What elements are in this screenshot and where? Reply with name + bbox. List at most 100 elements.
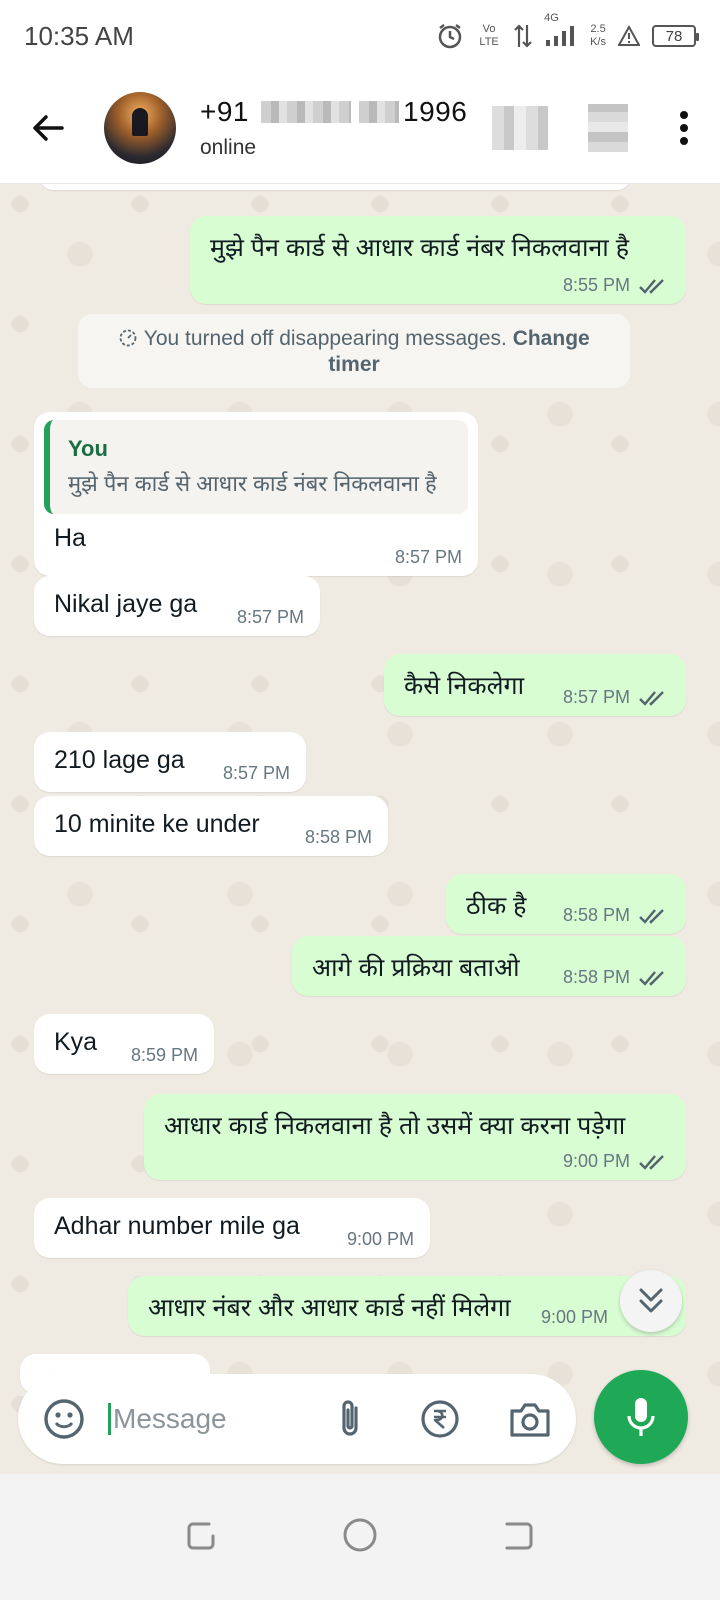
double-check-icon — [639, 690, 664, 706]
message-time: 8:59 PM — [130, 1045, 198, 1065]
double-check-icon — [639, 1154, 664, 1170]
recents-icon — [187, 1522, 215, 1549]
back-nav-button[interactable] — [503, 1518, 537, 1557]
avatar[interactable] — [104, 91, 176, 164]
warning-icon — [618, 25, 640, 47]
message-time: 8:57 PM — [236, 607, 304, 627]
contact-status: online — [200, 135, 257, 159]
system-message: You turned off disappearing messages. Ch… — [78, 314, 630, 388]
payment-button[interactable] — [418, 1397, 462, 1441]
phone-prefix: +91 — [200, 95, 249, 127]
message-text: आगे की प्रक्रिया बताओ — [312, 954, 520, 982]
message-bubble[interactable]: मुझे पैन कार्ड से आधार कार्ड नंबर निकलवा… — [190, 216, 686, 304]
message-bubble[interactable]: कैसे निकलेगा 8:57 PM — [384, 654, 686, 716]
speed-unit: K/s — [590, 36, 606, 48]
scroll-to-bottom-button[interactable] — [620, 1270, 682, 1332]
message-bubble[interactable]: 10 minite ke under 8:58 PM — [34, 796, 388, 856]
contact-info[interactable]: +91 1996 online — [200, 96, 467, 160]
back-nav-icon — [505, 1522, 533, 1549]
message-bubble[interactable]: आधार नंबर और आधार कार्ड नहीं मिलेगा 9:00… — [128, 1276, 686, 1336]
message-text: आधार कार्ड निकलवाना है तो उसमें क्या करन… — [164, 1112, 626, 1140]
message-bubble[interactable]: आगे की प्रक्रिया बताओ 8:58 PM — [292, 936, 686, 996]
contact-name: +91 1996 — [200, 96, 467, 128]
message-text: कैसे निकलेगा — [404, 672, 525, 700]
message-time: 9:00 PM — [346, 1229, 414, 1249]
video-call-icon[interactable] — [492, 105, 548, 150]
message-time: 8:57 PM — [562, 687, 630, 707]
message-meta: 8:57 PM — [563, 687, 670, 708]
message-bubble[interactable]: ठीक है 8:58 PM — [446, 874, 686, 934]
quote-author: You — [68, 436, 108, 461]
message-meta: 8:58 PM — [563, 967, 670, 988]
partial-message — [40, 184, 630, 190]
speed-value: 2.5 — [590, 23, 606, 35]
back-button[interactable] — [20, 100, 76, 156]
message-text: 210 lage ga — [54, 746, 185, 774]
message-meta: 9:00 PM — [563, 1151, 670, 1172]
attach-button[interactable] — [328, 1397, 372, 1441]
quoted-message[interactable]: You मुझे पैन कार्ड से आधार कार्ड नंबर नि… — [44, 420, 468, 514]
message-bubble[interactable]: You मुझे पैन कार्ड से आधार कार्ड नंबर नि… — [34, 412, 478, 576]
status-time: 10:35 AM — [24, 20, 134, 51]
sticker-icon — [44, 1399, 84, 1439]
message-bubble[interactable]: Adhar number mile ga 9:00 PM — [34, 1198, 430, 1258]
message-time: 8:57 PM — [394, 547, 462, 567]
message-time: 8:58 PM — [562, 967, 630, 987]
message-time: 8:55 PM — [562, 275, 630, 295]
more-options-button[interactable] — [668, 104, 700, 152]
voice-message-button[interactable] — [594, 1370, 688, 1464]
message-text: आधार नंबर और आधार कार्ड नहीं मिलेगा — [148, 1294, 511, 1322]
message-time: 8:58 PM — [304, 827, 372, 847]
message-text: Adhar number mile ga — [54, 1212, 300, 1240]
paperclip-icon — [342, 1400, 358, 1436]
message-input[interactable] — [108, 1403, 298, 1435]
message-composer — [18, 1374, 576, 1464]
avatar-figure — [132, 107, 148, 136]
message-text: Kya — [54, 1028, 98, 1056]
message-text: मुझे पैन कार्ड से आधार कार्ड नंबर निकलवा… — [210, 234, 629, 262]
data-arrows-icon — [514, 23, 532, 49]
status-icons: Vo LTE 4G 2.5 K/s 78 — [436, 12, 699, 50]
home-circle-icon — [343, 1518, 377, 1551]
recents-button[interactable] — [183, 1518, 217, 1557]
double-check-icon — [639, 970, 664, 986]
header-actions — [492, 103, 700, 152]
camera-icon — [510, 1403, 550, 1437]
sticker-button[interactable] — [42, 1397, 86, 1441]
alarm-icon — [436, 22, 464, 50]
message-time: 9:00 PM — [562, 1151, 630, 1171]
signal-label: 4G — [544, 12, 559, 24]
message-bubble[interactable]: Kya 8:59 PM — [34, 1014, 214, 1074]
status-bar: 10:35 AM Vo LTE 4G 2.5 K/s 78 — [0, 0, 720, 72]
message-bubble[interactable]: 210 lage ga 8:57 PM — [34, 732, 306, 792]
quote-text: मुझे पैन कार्ड से आधार कार्ड नंबर निकलवा… — [68, 471, 437, 496]
chat-area[interactable]: मुझे पैन कार्ड से आधार कार्ड नंबर निकलवा… — [0, 184, 720, 1504]
more-vertical-icon — [680, 110, 688, 145]
home-button[interactable] — [342, 1517, 378, 1558]
system-nav-bar — [0, 1474, 720, 1600]
system-text: You turned off disappearing messages. — [143, 327, 513, 350]
message-bubble[interactable]: आधार कार्ड निकलवाना है तो उसमें क्या करन… — [144, 1094, 686, 1180]
rupee-icon — [421, 1400, 459, 1438]
double-check-icon — [639, 278, 664, 294]
double-chevron-down-icon — [639, 1288, 663, 1313]
message-text: 10 minite ke under — [54, 810, 260, 838]
message-time: 9:00 PM — [540, 1307, 608, 1327]
message-time: 8:57 PM — [222, 763, 290, 783]
volte-indicator: Vo LTE — [479, 23, 499, 48]
message-meta: 9:00 PM — [541, 1307, 608, 1328]
camera-button[interactable] — [508, 1397, 552, 1441]
chat-header: +91 1996 online — [0, 72, 720, 184]
message-text: ठीक है — [466, 892, 527, 920]
double-check-icon — [639, 908, 664, 924]
microphone-icon — [627, 1398, 655, 1436]
message-bubble[interactable]: Nikal jaye ga 8:57 PM — [34, 576, 320, 636]
redacted-number — [261, 100, 351, 123]
signal-icon: 4G — [544, 12, 578, 48]
redacted-number-2 — [359, 100, 399, 123]
voice-call-icon[interactable] — [588, 103, 628, 152]
battery-indicator: 78 — [652, 25, 699, 47]
net-speed: 2.5 K/s — [590, 23, 606, 49]
phone-suffix: 1996 — [403, 95, 468, 127]
message-text: Nikal jaye ga — [54, 590, 198, 618]
